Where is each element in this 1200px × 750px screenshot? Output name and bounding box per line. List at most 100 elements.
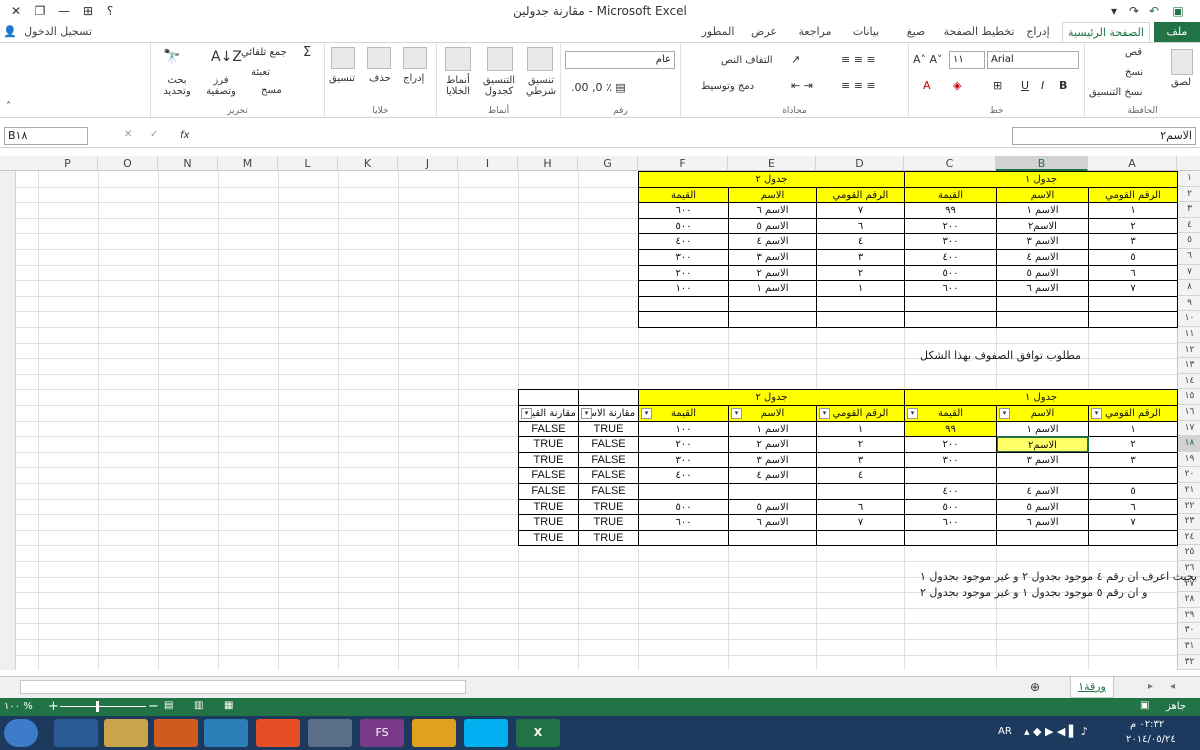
empty-cell[interactable]: [638, 311, 729, 328]
tab-insert[interactable]: إدراج: [1018, 22, 1058, 42]
table-cell[interactable]: الاسم ٥: [996, 498, 1089, 516]
insert-cells-icon[interactable]: [403, 47, 427, 69]
row-header-25[interactable]: ٢٥: [1178, 545, 1200, 561]
compare-cell[interactable]: TRUE: [518, 529, 579, 547]
underline-icon[interactable]: U: [1021, 79, 1029, 92]
table-cell[interactable]: ١: [816, 420, 905, 438]
table-cell[interactable]: الاسم ٤: [728, 467, 817, 484]
number-format-icons[interactable]: .00 ,0 ٪ ▤: [571, 81, 626, 94]
table-cell[interactable]: الاسم ٦: [728, 514, 817, 531]
minimize-icon[interactable]: —: [54, 2, 74, 20]
row-header-29[interactable]: ٢٩: [1178, 608, 1200, 624]
find-icon[interactable]: 🔭: [163, 49, 180, 65]
filter-dropdown-icon[interactable]: ▾: [581, 407, 592, 419]
autosum-button[interactable]: جمع تلقائي: [241, 47, 287, 58]
empty-cell[interactable]: [1088, 295, 1178, 313]
compare-cell[interactable]: FALSE: [578, 436, 639, 453]
table-cell[interactable]: ٤٠٠: [904, 483, 997, 500]
save-icon[interactable]: ▣: [1168, 2, 1188, 20]
column-header-L[interactable]: L: [278, 156, 338, 171]
autosum-icon[interactable]: Σ: [303, 45, 311, 60]
compare-cell[interactable]: FALSE: [578, 467, 639, 484]
column-header-G[interactable]: G: [578, 156, 638, 171]
table-cell[interactable]: الاسم ٤: [996, 483, 1089, 500]
insert-cells-button[interactable]: إدراج: [403, 73, 424, 84]
column-header-D[interactable]: D: [816, 156, 904, 171]
empty-cell[interactable]: [728, 311, 817, 328]
app-icon-4[interactable]: [204, 719, 248, 747]
table-cell[interactable]: ٤: [816, 467, 905, 484]
table-cell[interactable]: الاسم ١: [996, 420, 1089, 438]
empty-cell[interactable]: [996, 311, 1089, 328]
table-cell[interactable]: [996, 529, 1089, 547]
normal-view-icon[interactable]: ▦: [224, 700, 233, 711]
indent-icon[interactable]: ⇤ ⇥: [791, 79, 813, 92]
fs-icon[interactable]: FS: [360, 719, 404, 747]
table-cell[interactable]: [996, 467, 1089, 484]
format-cells-icon[interactable]: [331, 47, 355, 69]
compare-cell[interactable]: TRUE: [518, 514, 579, 531]
merge-center-button[interactable]: دمج وتوسيط: [701, 81, 754, 92]
row-header-7[interactable]: ٧: [1178, 265, 1200, 281]
table-cell[interactable]: الاسم ٣: [996, 233, 1089, 250]
table-cell[interactable]: ٢: [1088, 217, 1178, 235]
filter-dropdown-icon[interactable]: ▾: [731, 407, 742, 419]
table-cell[interactable]: الاسم ٢: [728, 436, 817, 453]
page-layout-view-icon[interactable]: ▥: [194, 700, 203, 711]
row-header-30[interactable]: ٣٠: [1178, 623, 1200, 639]
table-cell[interactable]: ٣٠٠: [638, 451, 729, 469]
formula-input[interactable]: الاسم٢: [1012, 127, 1196, 145]
zoom-slider[interactable]: [60, 706, 146, 707]
table-cell[interactable]: ١: [816, 280, 905, 297]
filter-dropdown-icon[interactable]: ▾: [907, 407, 918, 419]
row-header-11[interactable]: ١١: [1178, 327, 1200, 343]
horizontal-scrollbar[interactable]: [20, 680, 466, 694]
table-cell[interactable]: [728, 483, 817, 500]
table-cell[interactable]: ٣٠٠: [638, 249, 729, 266]
table-cell[interactable]: ٥٠٠: [638, 217, 729, 235]
table-cell[interactable]: ٥٠٠: [638, 498, 729, 516]
row-header-2[interactable]: ٢: [1178, 187, 1200, 203]
empty-cell[interactable]: [904, 295, 997, 313]
cut-button[interactable]: قص: [1125, 47, 1142, 58]
table-cell[interactable]: ٢: [1088, 436, 1178, 453]
table-cell[interactable]: [1088, 467, 1178, 484]
column-header-F[interactable]: F: [638, 156, 728, 171]
table-cell[interactable]: ٣: [1088, 233, 1178, 250]
close-icon[interactable]: ✕: [6, 2, 26, 20]
table-cell[interactable]: ٤: [816, 233, 905, 250]
bold-icon[interactable]: B: [1059, 79, 1067, 92]
media-player-icon[interactable]: [154, 719, 198, 747]
filter-dropdown-icon[interactable]: ▾: [819, 407, 830, 419]
format-cells-button[interactable]: تنسيق: [329, 73, 355, 84]
compare-cell[interactable]: TRUE: [578, 529, 639, 547]
table-title-1[interactable]: جدول ١: [904, 171, 1178, 188]
table-cell[interactable]: [904, 467, 997, 484]
row-header-6[interactable]: ٦: [1178, 249, 1200, 265]
compare-cell[interactable]: FALSE: [518, 483, 579, 500]
tab-data[interactable]: بيانات: [844, 22, 888, 42]
row-header-28[interactable]: ٢٨: [1178, 592, 1200, 608]
column-header-I[interactable]: I: [458, 156, 518, 171]
table-cell[interactable]: ١: [1088, 202, 1178, 219]
empty-cell[interactable]: [578, 389, 639, 406]
macro-record-icon[interactable]: ▣: [1140, 700, 1149, 711]
column-header-N[interactable]: N: [158, 156, 218, 171]
table-cell[interactable]: الاسم ١: [996, 202, 1089, 219]
table-header[interactable]: الاسم: [728, 186, 817, 204]
collapse-ribbon-icon[interactable]: ˄: [6, 101, 11, 112]
borders-icon[interactable]: ⊞: [993, 79, 1002, 92]
tab-home[interactable]: الصفحة الرئيسية: [1062, 22, 1150, 42]
language-indicator[interactable]: AR: [998, 726, 1012, 737]
column-header-H[interactable]: H: [518, 156, 578, 171]
filter-dropdown-icon[interactable]: ▾: [521, 407, 532, 419]
vertical-scrollbar[interactable]: [0, 171, 16, 670]
align-right-icon[interactable]: ≡ ≡ ≡: [841, 79, 876, 92]
table-cell[interactable]: ٣: [1088, 451, 1178, 469]
sort-filter-button[interactable]: فرز وتصفية: [201, 75, 241, 97]
font-size-select[interactable]: ١١: [949, 51, 985, 69]
qat-customize-icon[interactable]: ▾: [1104, 2, 1124, 20]
table-cell[interactable]: الاسم ١: [728, 280, 817, 297]
column-header-K[interactable]: K: [338, 156, 398, 171]
filter-dropdown-icon[interactable]: ▾: [999, 407, 1010, 419]
